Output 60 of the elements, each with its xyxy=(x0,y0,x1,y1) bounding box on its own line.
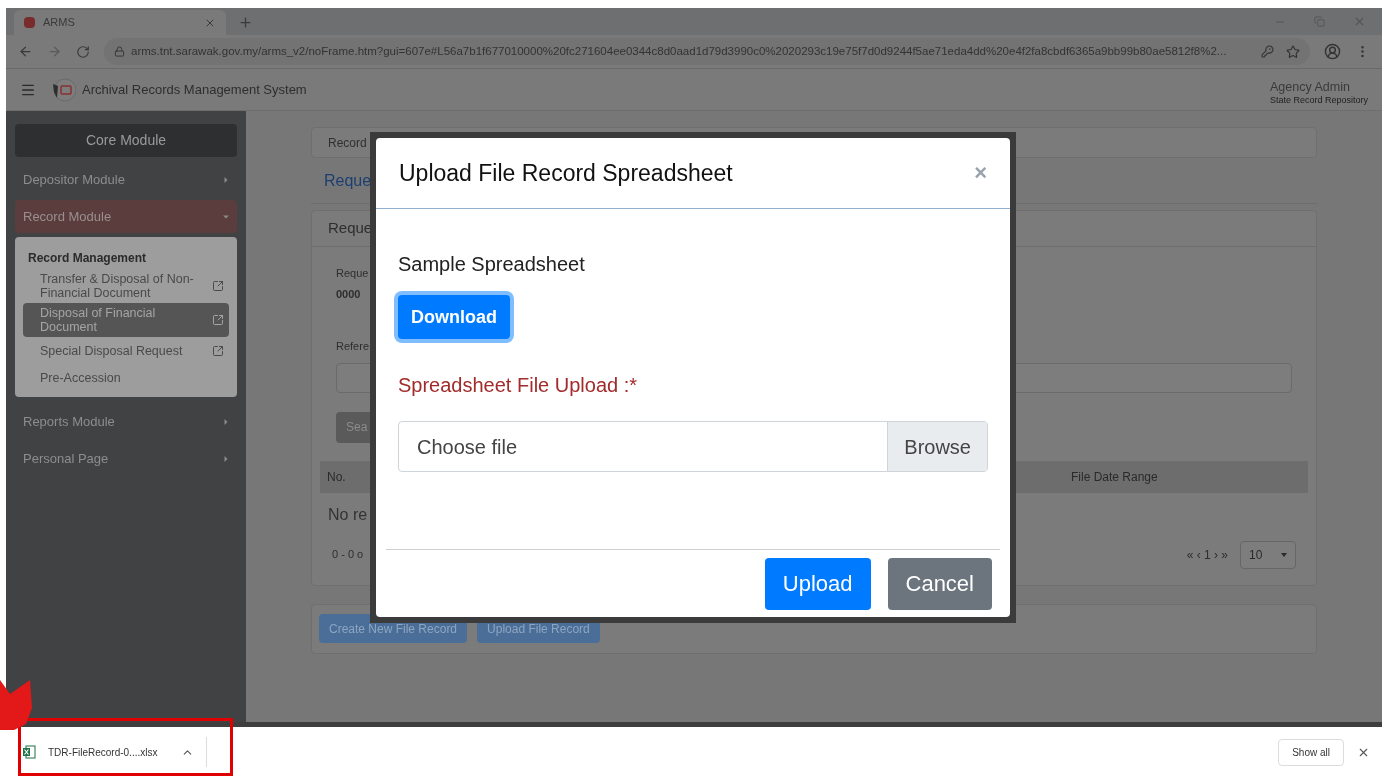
submenu-item[interactable]: Pre-Accession xyxy=(23,364,229,391)
caret-icon xyxy=(223,176,229,183)
field-value: 0000 xyxy=(336,286,361,302)
sidebar-item[interactable]: Record Module xyxy=(15,200,237,233)
upload-label: Spreadsheet File Upload :* xyxy=(398,373,639,398)
submenu-item[interactable]: Transfer & Disposal of Non-Financial Document xyxy=(23,269,229,303)
field-label: Reque xyxy=(336,266,369,281)
sidebar-title: Core Module xyxy=(15,124,237,157)
column-header: No. xyxy=(327,468,347,486)
sidebar-item[interactable]: Personal Page xyxy=(15,442,237,475)
new-tab-icon[interactable] xyxy=(238,15,253,30)
card-title: Reque xyxy=(328,218,373,239)
url-field[interactable]: arms.tnt.sarawak.gov.my/arms_v2/noFrame.htm?gui=607e#L56a7b1f677010000%20fc271604ee0344c8d0aad1d79d3990c0%2020293c19e75f7d0d9244f5ae71eda4dd%20e4f2fa8cbdf6365a9bb99b80ae5812f8%2... xyxy=(104,38,1310,65)
file-input[interactable]: Choose file Browse xyxy=(398,421,988,472)
dialog-button[interactable]: Cancel xyxy=(887,557,992,610)
caret-icon xyxy=(223,418,229,425)
restore-icon[interactable] xyxy=(1314,16,1325,27)
external-link-icon xyxy=(212,344,224,357)
dialog-button[interactable]: Upload xyxy=(764,557,871,610)
forward-icon[interactable] xyxy=(47,44,62,59)
key-icon[interactable] xyxy=(1261,45,1274,58)
user-name: Agency Admin xyxy=(1269,79,1350,94)
dialog-title: Upload File Record Spreadsheet xyxy=(399,158,733,188)
reload-icon[interactable] xyxy=(76,44,90,59)
logo-icon xyxy=(50,77,76,102)
user-role: State Record Repository xyxy=(1269,94,1368,106)
sidebar-item[interactable]: Reports Module xyxy=(15,405,237,438)
caret-icon xyxy=(223,213,229,220)
lock-icon xyxy=(114,46,125,57)
field-label: Refere xyxy=(336,339,370,354)
close-window-icon[interactable] xyxy=(1353,15,1366,28)
submenu-item[interactable]: Disposal of Financial Document xyxy=(23,303,229,337)
submenu-item[interactable]: Special Disposal Request xyxy=(23,337,229,364)
section-heading: Sample Spreadsheet xyxy=(398,252,586,277)
column-header: File Date Range xyxy=(1071,468,1159,486)
pagination[interactable]: « ‹ 1 › » xyxy=(1186,545,1228,564)
browser-tab[interactable]: ARMS xyxy=(14,10,226,35)
bookmark-star-icon[interactable] xyxy=(1286,44,1300,59)
profile-icon[interactable] xyxy=(1324,43,1341,60)
app-title: Archival Records Management System xyxy=(82,80,308,99)
browse-button[interactable]: Browse xyxy=(887,422,987,471)
page-link[interactable]: Reque xyxy=(324,168,372,193)
breadcrumb-text: Record xyxy=(328,134,367,152)
favicon-icon xyxy=(24,17,35,28)
file-name: TDR-FileRecord-0....xlsx xyxy=(48,745,158,760)
record-count: 0 - 0 o xyxy=(332,547,364,563)
back-icon[interactable] xyxy=(18,44,33,59)
download-item[interactable]: TDR-FileRecord-0....xlsx xyxy=(22,734,207,770)
close-button[interactable]: × xyxy=(974,162,987,184)
external-link-icon xyxy=(212,314,224,326)
spreadsheet-file-icon xyxy=(22,745,36,759)
sidebar-item[interactable]: Depositor Module xyxy=(15,163,237,196)
caret-icon xyxy=(223,455,229,462)
caret-icon xyxy=(1281,552,1287,557)
tab-title: ARMS xyxy=(43,15,76,31)
external-link-icon xyxy=(212,280,224,292)
empty-message: No re xyxy=(328,504,368,525)
submenu-heading: Record Management xyxy=(27,250,148,267)
show-all-button[interactable]: Show all xyxy=(1278,738,1344,766)
page-size-select[interactable]: 10 xyxy=(1240,540,1296,569)
